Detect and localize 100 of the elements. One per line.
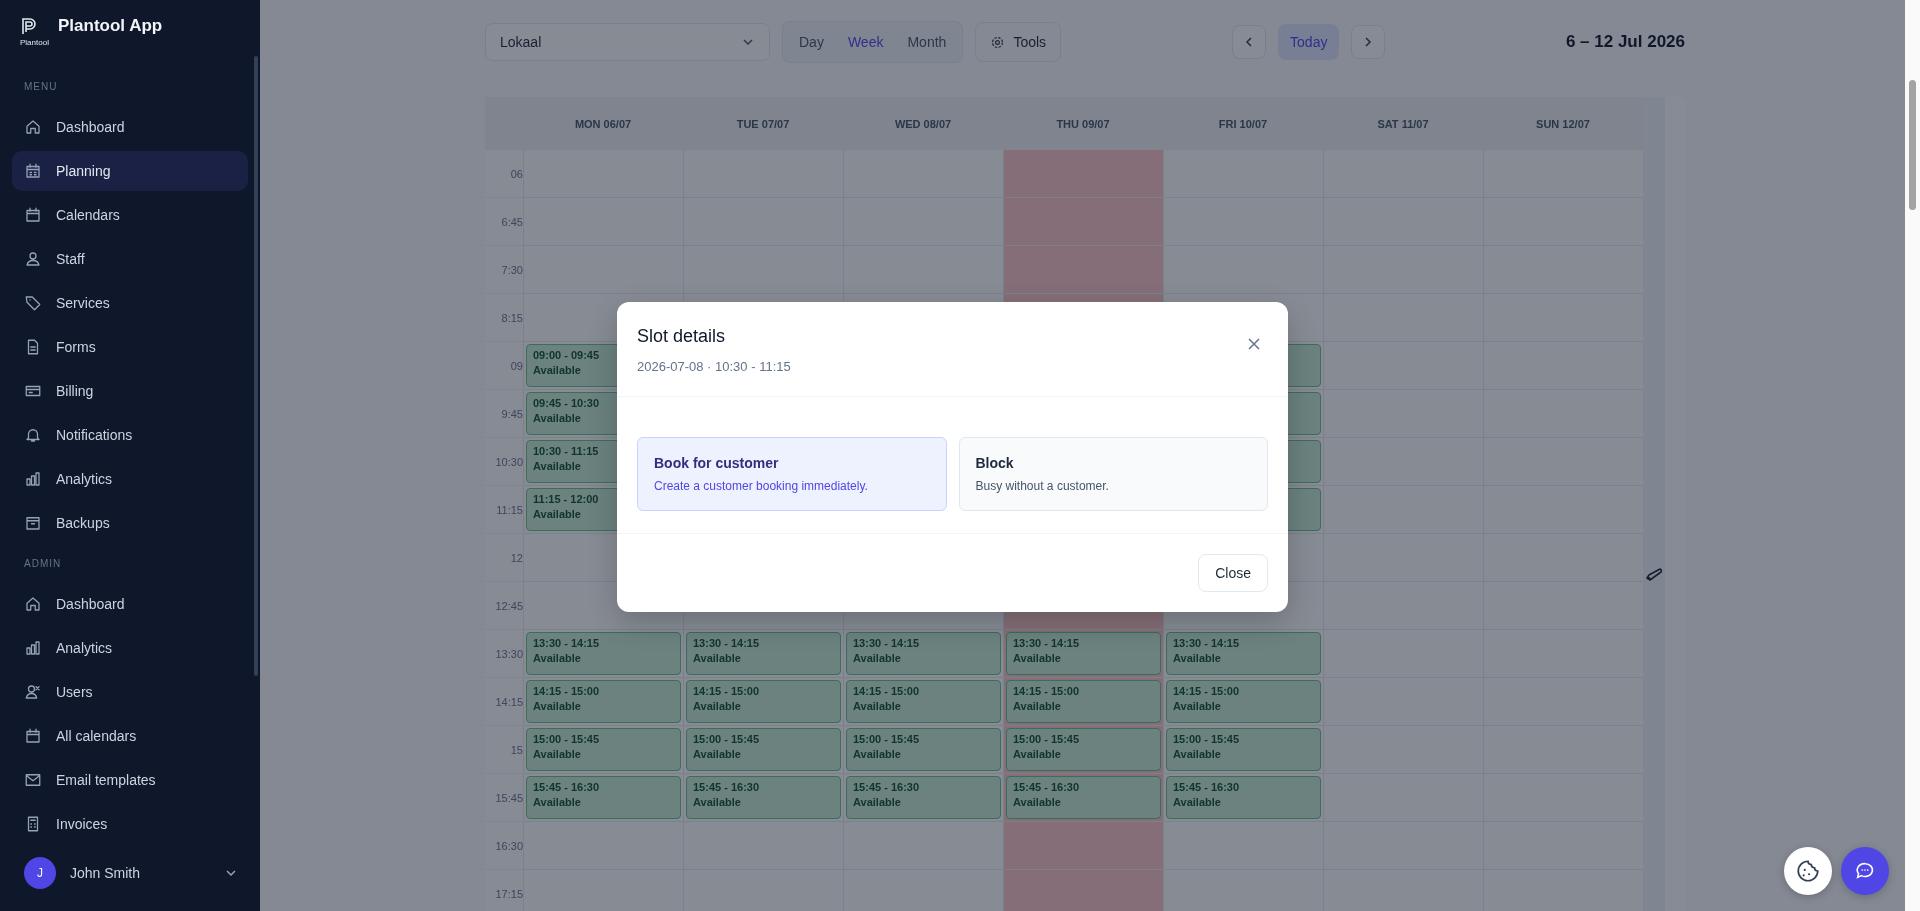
sidebar-item[interactable]: Forms [12, 327, 248, 367]
slot-status: Available [1013, 652, 1062, 664]
archive-icon [24, 514, 42, 532]
calendar-icon [24, 727, 42, 745]
day-header: TUE 07/07 [735, 116, 791, 132]
sidebar-item[interactable]: Staff [12, 239, 248, 279]
sidebar-item[interactable]: Calendars [12, 195, 248, 235]
sidebar-item[interactable]: Email templates [12, 760, 248, 800]
sidebar-item[interactable]: All calendars [12, 716, 248, 756]
user-menu[interactable]: J John Smith [12, 853, 248, 893]
today-button[interactable]: Today [1278, 24, 1340, 60]
sidebar-item[interactable]: Analytics [12, 628, 248, 668]
tools-button[interactable]: Tools [975, 22, 1062, 62]
user-name: John Smith [70, 865, 141, 881]
calendar-cell[interactable] [1163, 246, 1323, 294]
slot-status: Available [1013, 748, 1062, 760]
logo-caption: Plantool [20, 38, 49, 47]
slot-status: Available [533, 652, 582, 664]
option-title: Block [975, 455, 1014, 471]
time-label: 14:15 [485, 678, 523, 726]
time-label: 8:15 [485, 294, 523, 342]
view-tab[interactable]: Day [787, 26, 836, 58]
avatar: J [24, 857, 56, 889]
close-button[interactable]: Close [1198, 554, 1268, 592]
slot-time: 14:15 - 15:00 [693, 685, 761, 697]
calendar-cell[interactable] [1003, 150, 1163, 198]
calendar-cell[interactable] [1003, 246, 1163, 294]
view-tab[interactable]: Month [895, 26, 959, 58]
time-label: 7:30 [485, 246, 523, 294]
calendar-icon [24, 206, 42, 224]
slot-time: 15:00 - 15:45 [853, 733, 921, 745]
slot-status: Available [693, 748, 742, 760]
day-header: SUN 12/07 [1535, 116, 1591, 132]
slot-status: Available [693, 700, 742, 712]
slot-status: Available [533, 700, 582, 712]
person-icon [24, 250, 42, 268]
home-icon [24, 118, 42, 136]
time-label: 9:45 [485, 390, 523, 438]
cookie-icon [1795, 858, 1821, 884]
slot-status: Available [533, 412, 582, 424]
day-header: FRI 10/07 [1217, 116, 1269, 132]
slot-time: 15:45 - 16:30 [693, 781, 761, 793]
option-card[interactable]: Block Busy without a customer. [958, 437, 1268, 511]
time-label: 10:30 [485, 438, 523, 486]
calendar-cell[interactable] [1003, 870, 1163, 911]
sidebar-item[interactable]: Dashboard [12, 107, 248, 147]
grid-calendar-icon [24, 162, 42, 180]
calendar-cell[interactable] [1003, 198, 1163, 246]
time-label: 16:30 [485, 822, 523, 870]
slot-time: 15:00 - 15:45 [1013, 733, 1081, 745]
sidebar-item[interactable]: Planning [12, 151, 248, 191]
slot-time: 14:15 - 15:00 [1013, 685, 1081, 697]
time-label: 06 [485, 150, 523, 198]
slot-status: Available [853, 748, 902, 760]
time-label: 12 [485, 534, 523, 582]
sidebar-item[interactable]: Backups [12, 503, 248, 543]
slot-status: Available [1173, 652, 1222, 664]
users-icon [24, 683, 42, 701]
calendar-cell[interactable] [1003, 822, 1163, 870]
view-tab[interactable]: Week [835, 26, 896, 58]
slot-status: Available [533, 748, 582, 760]
next-button[interactable] [1351, 25, 1386, 59]
section-label: MENU [23, 80, 59, 94]
slot-status: Available [853, 796, 902, 808]
bar-chart-icon [24, 470, 42, 488]
slot-time: 15:45 - 16:30 [533, 781, 601, 793]
time-label: 6:45 [485, 198, 523, 246]
section-label: ADMIN [23, 557, 63, 571]
time-label: 11:15 [485, 486, 523, 534]
sidebar-item[interactable]: Services [12, 283, 248, 323]
sidebar-item[interactable]: Billing [12, 371, 248, 411]
time-label: 17:15 [485, 870, 523, 911]
sidebar-item[interactable]: Dashboard [12, 584, 248, 624]
pencil-icon[interactable] [1645, 567, 1663, 581]
option-card[interactable]: Book for customer Create a customer booking immediately. [637, 437, 947, 511]
slot-time: 15:00 - 15:45 [693, 733, 761, 745]
calendar-cell[interactable] [1163, 198, 1323, 246]
slot-status: Available [1173, 700, 1222, 712]
bar-chart-icon [24, 639, 42, 657]
home-icon [24, 595, 42, 613]
previous-button[interactable] [1232, 25, 1267, 59]
sidebar-item[interactable]: Invoices [12, 804, 248, 844]
sidebar-item[interactable]: Analytics [12, 459, 248, 499]
slot-time: 15:00 - 15:45 [533, 733, 601, 745]
slot-time: 15:45 - 16:30 [1173, 781, 1241, 793]
sidebar-item[interactable]: Notifications [12, 415, 248, 455]
app-name: Plantool App [58, 16, 163, 36]
slot-time: 13:30 - 14:15 [693, 637, 761, 649]
slot-time: 13:30 - 14:15 [533, 637, 601, 649]
calendar-cell[interactable] [1163, 822, 1323, 870]
option-description: Busy without a customer. [975, 479, 1109, 493]
slot-time: 15:45 - 16:30 [1013, 781, 1081, 793]
calendar-cell[interactable] [1163, 150, 1323, 198]
slot-status: Available [1013, 700, 1062, 712]
sidebar-item[interactable]: Users [12, 672, 248, 712]
slot-status: Available [853, 700, 902, 712]
location-select[interactable]: Lokaal [485, 23, 770, 61]
day-header: SAT 11/07 [1376, 116, 1430, 132]
slot-time: 11:15 - 12:00 [533, 493, 600, 505]
sidebar-scrollbar[interactable] [254, 56, 258, 676]
